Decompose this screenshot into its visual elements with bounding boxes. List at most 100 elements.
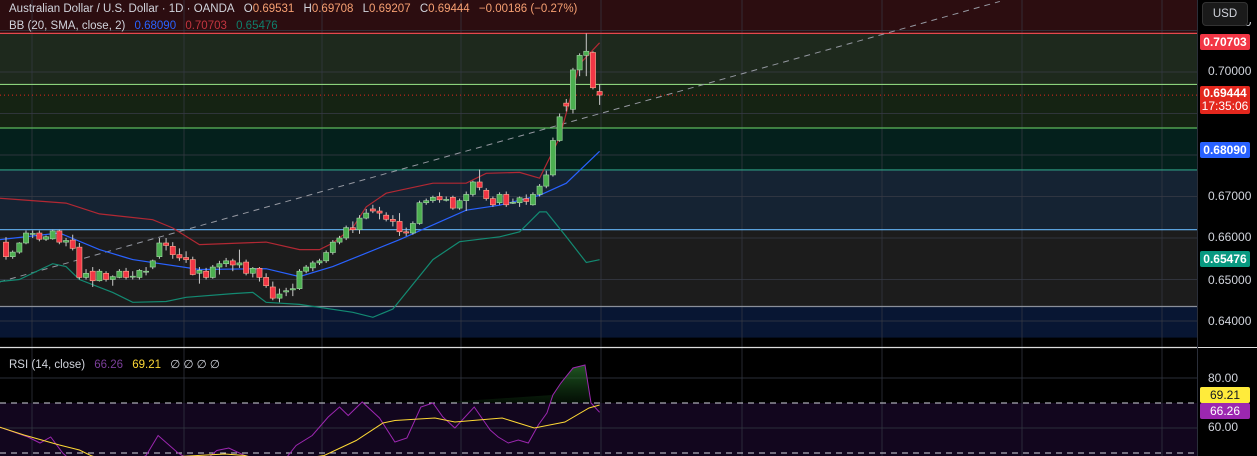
candle-body <box>389 219 396 222</box>
candle[interactable] <box>556 113 563 142</box>
candle-body <box>510 202 516 204</box>
candle[interactable] <box>16 242 23 254</box>
candle[interactable] <box>469 180 476 197</box>
candle[interactable] <box>76 242 83 280</box>
rsi-ma-tag: 69.21 <box>1200 387 1250 403</box>
candle-body <box>436 196 443 201</box>
candle-body <box>523 198 530 202</box>
symbol-title[interactable]: Australian Dollar / U.S. Dollar · 1D · O… <box>9 3 235 15</box>
rsi-title[interactable]: RSI (14, close) <box>9 359 85 371</box>
bar-countdown: 17:35:06 <box>1201 99 1249 113</box>
price-axis[interactable]: 0.71000 USD 0.70703 0.70000 0.69444 17:3… <box>1197 0 1257 456</box>
candle-body <box>76 246 83 278</box>
candle-body <box>109 276 116 280</box>
bb-lower-tag: 0.65476 <box>1200 251 1250 267</box>
candle[interactable] <box>243 259 250 276</box>
candle[interactable] <box>590 51 596 90</box>
candle[interactable] <box>449 195 456 210</box>
candle-body <box>363 212 370 219</box>
candle-body <box>189 259 196 275</box>
price-zone <box>0 229 1197 307</box>
candle-body <box>223 260 230 265</box>
bb-legend: BB (20, SMA, close, 2) 0.68090 0.70703 0… <box>9 20 284 32</box>
candle-body <box>263 277 270 287</box>
candle-body <box>176 254 183 259</box>
candle-body <box>156 242 163 257</box>
candle-body <box>116 270 123 278</box>
candle-body <box>56 230 63 243</box>
candle-body <box>163 242 169 246</box>
rsi-extra-values: ∅ ∅ ∅ ∅ <box>170 359 220 371</box>
candle[interactable] <box>496 192 503 205</box>
candle-body <box>476 181 483 188</box>
candle-body <box>249 267 256 274</box>
candle-body <box>456 200 463 209</box>
candle-body <box>276 293 283 299</box>
candle-body <box>236 262 243 266</box>
axis-tick: 0.70000 <box>1208 64 1252 78</box>
bb-lower-value: 0.65476 <box>236 20 278 32</box>
candle[interactable] <box>329 240 336 255</box>
ohlc-open: O0.69531 <box>243 3 295 15</box>
price-zone <box>0 128 1197 170</box>
currency-button[interactable]: USD <box>1202 2 1248 26</box>
pane-divider[interactable] <box>1198 347 1257 348</box>
price-zone <box>0 169 1197 230</box>
candle[interactable] <box>483 188 490 201</box>
rsi-value: 66.26 <box>94 359 124 371</box>
candle-body <box>429 197 436 201</box>
price-zone <box>0 84 1197 129</box>
axis-tick: 0.67000 <box>1208 189 1252 203</box>
candle-body <box>123 270 129 278</box>
candle-body <box>469 181 476 195</box>
candle-body <box>563 102 570 107</box>
candle[interactable] <box>530 192 536 206</box>
bb-title[interactable]: BB (20, SMA, close, 2) <box>9 20 125 32</box>
ohlc-high: H0.69708 <box>303 3 354 15</box>
candle-body <box>316 260 323 264</box>
candle[interactable] <box>550 137 556 177</box>
candle-body <box>343 227 350 239</box>
candle-body <box>309 262 316 269</box>
ohlc-change: −0.00186 (−0.27%) <box>478 3 578 15</box>
candle-body <box>129 275 136 278</box>
candle[interactable] <box>416 200 423 225</box>
candle-body <box>550 140 556 176</box>
candle-body <box>463 194 470 201</box>
candle[interactable] <box>49 229 56 240</box>
candle-body <box>196 270 203 274</box>
rsi-axis-tick: 80.00 <box>1208 371 1239 385</box>
candle[interactable] <box>570 67 576 114</box>
candle-body <box>449 197 456 209</box>
candle-body <box>396 221 403 233</box>
candle[interactable] <box>296 269 303 290</box>
axis-tick: 0.65000 <box>1208 273 1252 287</box>
candle-body <box>409 223 416 234</box>
candle[interactable] <box>536 184 543 197</box>
candle-body <box>216 263 223 268</box>
rsi-tag: 66.26 <box>1200 403 1250 419</box>
candle-body <box>143 270 149 273</box>
candle[interactable] <box>409 221 416 235</box>
candle[interactable] <box>189 256 196 276</box>
candle-body <box>376 210 383 214</box>
candle-body <box>96 270 103 282</box>
candle-body <box>596 91 603 96</box>
candle[interactable] <box>343 225 350 241</box>
candle-body <box>229 260 236 266</box>
candle-body <box>203 270 209 278</box>
candle[interactable] <box>56 229 63 245</box>
candle-body <box>63 240 69 243</box>
candle-body <box>503 194 510 206</box>
candle-body <box>556 116 563 141</box>
candle[interactable] <box>209 264 216 279</box>
candle[interactable] <box>96 269 103 282</box>
candle-body <box>443 199 450 201</box>
price-chart[interactable] <box>0 0 1197 456</box>
candle-body <box>69 239 76 249</box>
candle-body <box>283 290 290 293</box>
candle[interactable] <box>323 250 330 263</box>
candle-body <box>169 246 176 255</box>
candle-body <box>49 230 56 240</box>
candle-body <box>530 194 536 206</box>
